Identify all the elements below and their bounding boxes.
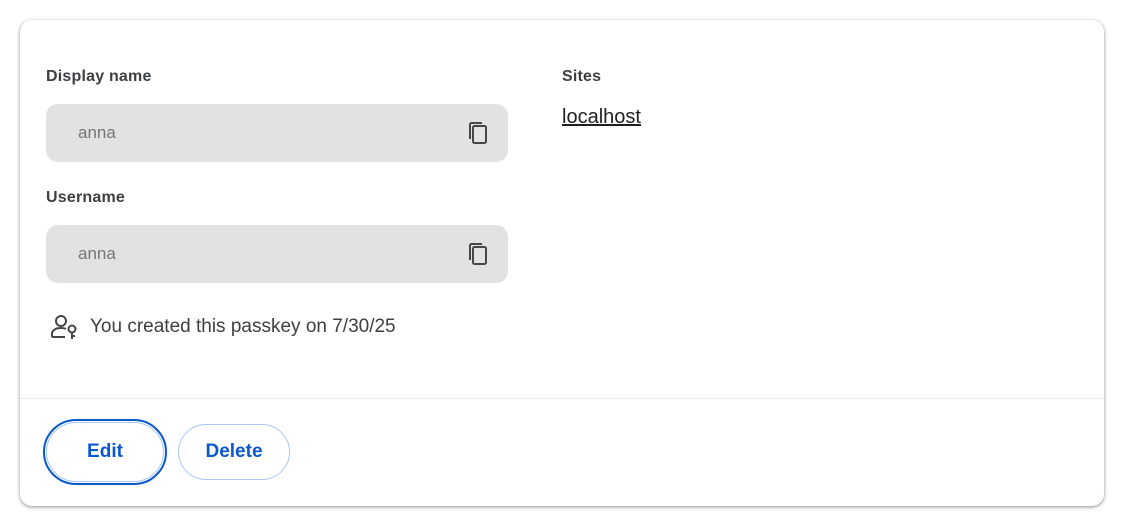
copy-icon [469, 243, 487, 265]
username-value: anna [78, 244, 116, 263]
copy-display-name-button[interactable] [464, 119, 492, 147]
display-name-field: anna [46, 104, 508, 162]
passkey-details-card: Display name anna Username anna Sites lo… [20, 20, 1104, 506]
site-link-localhost[interactable]: localhost [562, 106, 641, 129]
username-label: Username [46, 189, 125, 206]
username-field: anna [46, 225, 508, 283]
divider [20, 398, 1104, 399]
created-text: You created this passkey on 7/30/25 [90, 316, 396, 337]
display-name-value: anna [78, 123, 116, 142]
created-info: You created this passkey on 7/30/25 [50, 312, 396, 342]
sites-label: Sites [562, 68, 602, 85]
edit-button[interactable]: Edit [43, 419, 167, 485]
display-name-label: Display name [46, 68, 152, 85]
person-key-icon [51, 315, 77, 339]
delete-button[interactable]: Delete [178, 424, 290, 480]
copy-icon [469, 122, 487, 144]
copy-username-button[interactable] [464, 240, 492, 268]
